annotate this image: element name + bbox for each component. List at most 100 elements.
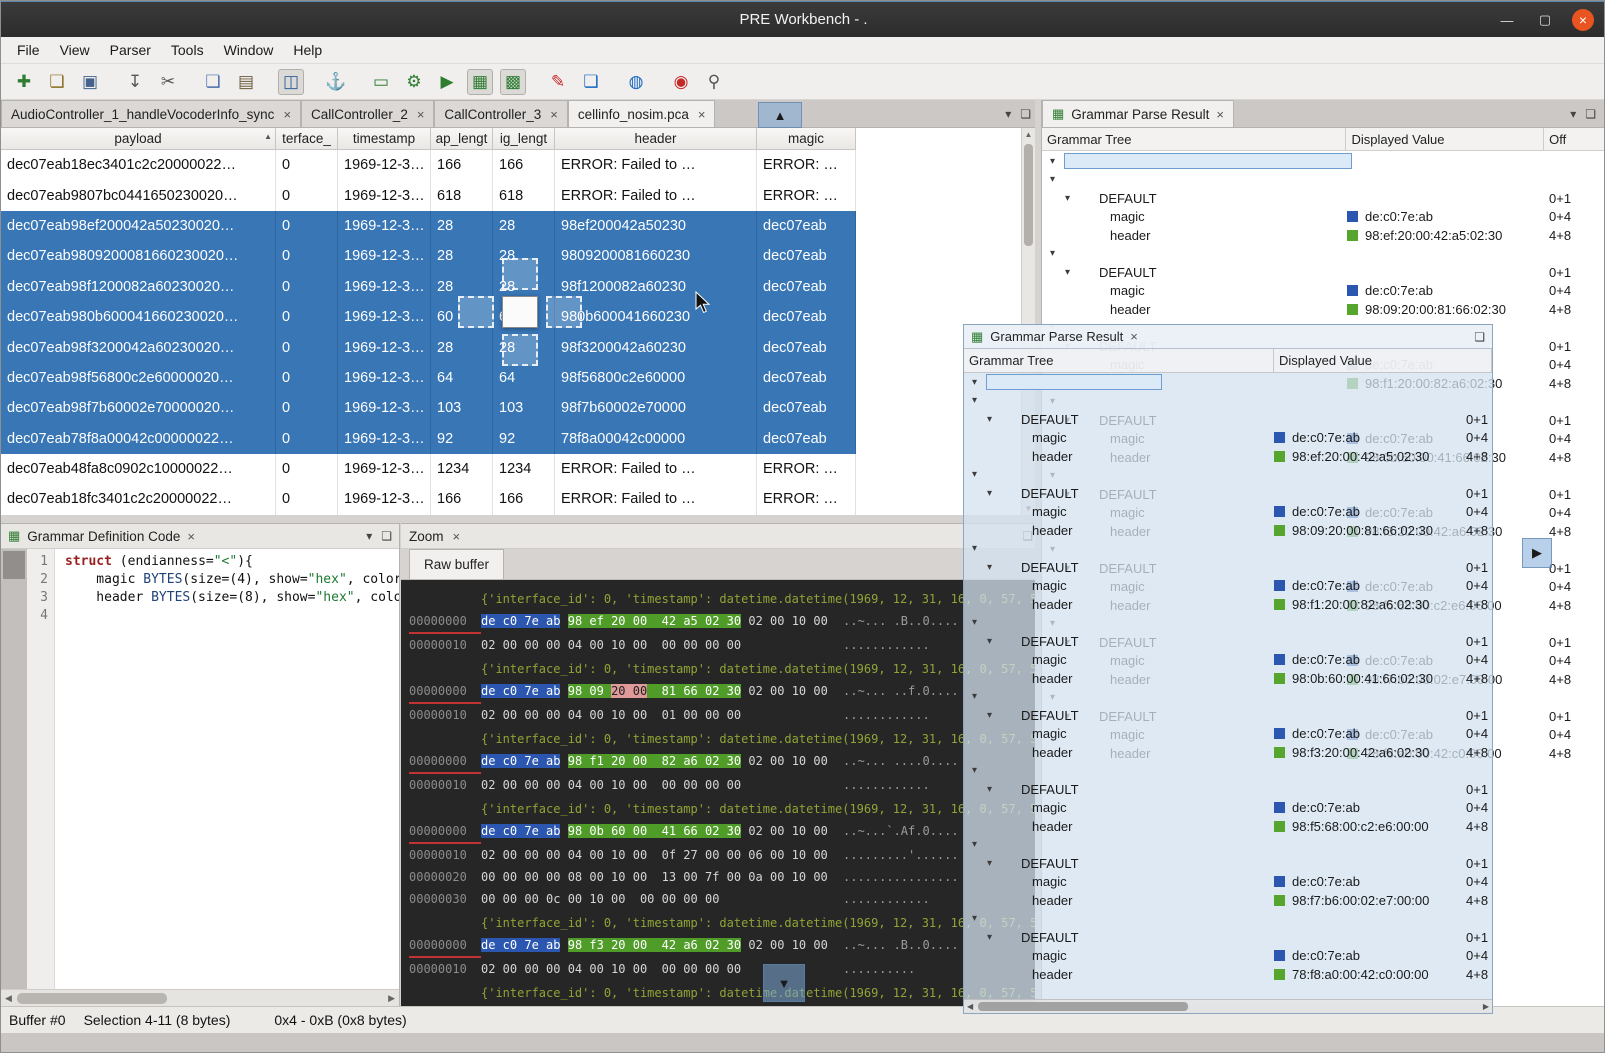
chevron-down-icon[interactable]: ▾ <box>1065 267 1077 278</box>
tree-node-default[interactable]: ▾DEFAULT0+1 <box>964 780 1492 799</box>
hex-line[interactable]: 00000000de c0 7e ab 98 09 20 00 81 66 02… <box>409 680 1041 704</box>
floating-grammar-parse-result-window[interactable]: ▦ Grammar Parse Result × ❏ Grammar Tree … <box>963 324 1493 1014</box>
tree-node-default[interactable]: ▾DEFAULT0+1 <box>1042 189 1605 208</box>
column-header-ap_lengt[interactable]: ap_lengt <box>431 128 493 149</box>
table-row[interactable]: dec07eab98f56800c2e60000020…01969-12-3…6… <box>1 363 856 393</box>
code-horizontal-scrollbar[interactable]: ◀ ▶ <box>1 989 399 1006</box>
menu-view[interactable]: View <box>50 37 100 63</box>
table-row[interactable]: dec07eab98f3200042a60230020…01969-12-3…2… <box>1 332 856 362</box>
hex-line[interactable]: 00000000de c0 7e ab 98 ef 20 00 42 a5 02… <box>409 610 1041 634</box>
tree-field-header[interactable]: header98:f1:20:00:82:a6:02:304+8 <box>964 595 1492 614</box>
tree-node-default[interactable]: ▾DEFAULT0+1 <box>964 558 1492 577</box>
chevron-down-icon[interactable]: ▾ <box>987 784 999 795</box>
splitter-horizontal[interactable] <box>1 515 1041 523</box>
panel-menu-icon[interactable]: ▾ <box>1570 107 1576 121</box>
tree-branch-row[interactable]: ▾ <box>964 762 1492 781</box>
hex-line[interactable]: 0000001002 00 00 00 04 00 10 00 01 00 00… <box>409 704 1041 726</box>
grid-alt-icon[interactable]: ▩ <box>500 69 526 95</box>
scroll-thumb[interactable] <box>17 993 167 1004</box>
chevron-down-icon[interactable]: ▾ <box>987 414 999 425</box>
tree-field-header[interactable]: header98:09:20:00:81:66:02:304+8 <box>1042 300 1605 319</box>
column-header-terface_[interactable]: terface_ <box>276 128 338 149</box>
chevron-down-icon[interactable]: ▾ <box>972 913 984 924</box>
scroll-thumb[interactable] <box>1024 144 1033 246</box>
tree-field-magic[interactable]: magicde:c0:7e:ab0+4 <box>964 799 1492 818</box>
chevron-down-icon[interactable]: ▾ <box>1050 156 1062 167</box>
column-header-magic[interactable]: magic <box>757 128 856 149</box>
tree-node-default[interactable]: ▾DEFAULT0+1 <box>964 706 1492 725</box>
scroll-left-icon[interactable]: ◀ <box>967 1002 973 1011</box>
close-icon[interactable]: × <box>1216 107 1224 122</box>
panel-header[interactable]: ▦ Grammar Definition Code × ▾ ❏ <box>1 524 399 549</box>
hex-line[interactable]: 0000001002 00 00 00 04 00 10 00 00 00 00… <box>409 774 1041 796</box>
save-icon[interactable]: ▣ <box>77 69 103 95</box>
tree-field-magic[interactable]: magicde:c0:7e:ab0+4 <box>964 429 1492 448</box>
chevron-down-icon[interactable]: ▾ <box>972 617 984 628</box>
table-row[interactable]: dec07eab9809200081660230020…01969-12-3…2… <box>1 241 856 271</box>
dock-drop-left[interactable] <box>458 296 494 328</box>
tree-field-magic[interactable]: magicde:c0:7e:ab0+4 <box>964 651 1492 670</box>
tree-branch-row[interactable]: ▾ <box>964 466 1492 485</box>
hex-line[interactable]: 0000003000 00 00 0c 00 10 00 00 00 00 00… <box>409 888 1041 910</box>
new-file-icon[interactable]: ✚ <box>11 69 37 95</box>
chevron-down-icon[interactable]: ▾ <box>987 932 999 943</box>
document-tab-2[interactable]: CallController_2× <box>301 100 434 127</box>
chevron-down-icon[interactable]: ▾ <box>972 839 984 850</box>
chevron-down-icon[interactable]: ▾ <box>1050 174 1062 185</box>
tree-root-row[interactable]: ▾ <box>1042 152 1605 171</box>
tree-node-default[interactable]: ▾DEFAULT0+1 <box>1042 263 1605 282</box>
grammar-parse-result-tab[interactable]: ▦ Grammar Parse Result × <box>1042 100 1234 127</box>
gear-icon[interactable]: ⚙ <box>401 69 427 95</box>
table-row[interactable]: dec07eab9807bc0441650230020…01969-12-3…6… <box>1 180 856 210</box>
close-icon[interactable]: × <box>550 107 558 122</box>
anchor-icon[interactable]: ⚓ <box>323 69 349 95</box>
tree-field-magic[interactable]: magicde:c0:7e:ab0+4 <box>964 725 1492 744</box>
hex-line[interactable]: 00000000de c0 7e ab 98 f3 20 00 42 a6 02… <box>409 934 1041 958</box>
chevron-down-icon[interactable]: ▾ <box>1065 193 1077 204</box>
dock-edge-right-indicator[interactable]: ▶ <box>1522 538 1552 568</box>
chevron-down-icon[interactable]: ▾ <box>987 488 999 499</box>
menu-tools[interactable]: Tools <box>161 37 214 63</box>
tree-root-row[interactable]: ▾ <box>964 373 1492 392</box>
tree-field-magic[interactable]: magicde:c0:7e:ab0+4 <box>964 947 1492 966</box>
close-icon[interactable]: × <box>453 529 461 544</box>
scroll-up-icon[interactable]: ▲ <box>1022 128 1035 141</box>
chevron-down-icon[interactable]: ▾ <box>972 765 984 776</box>
tree-field-magic[interactable]: magicde:c0:7e:ab0+4 <box>1042 282 1605 301</box>
chevron-down-icon[interactable]: ▾ <box>972 377 984 388</box>
globe-icon[interactable]: ◍ <box>623 69 649 95</box>
floating-horizontal-scrollbar[interactable]: ◀ ▶ <box>964 999 1492 1013</box>
tree-field-header[interactable]: header98:09:20:00:81:66:02:304+8 <box>964 521 1492 540</box>
marker-icon[interactable]: ✎ <box>545 69 571 95</box>
export-icon[interactable]: ↧ <box>122 69 148 95</box>
tree-field-header[interactable]: header98:ef:20:00:42:a5:02:304+8 <box>964 447 1492 466</box>
tree-node-default[interactable]: ▾DEFAULT0+1 <box>964 410 1492 429</box>
menu-window[interactable]: Window <box>214 37 284 63</box>
hex-line[interactable]: 00000000de c0 7e ab 98 0b 60 00 41 66 02… <box>409 820 1041 844</box>
table-row[interactable]: dec07eab18ec3401c2c20000022…01969-12-3…1… <box>1 150 856 180</box>
tree-node-default[interactable]: ▾DEFAULT0+1 <box>964 632 1492 651</box>
open-file-icon[interactable]: ❏ <box>44 69 70 95</box>
tab-raw-buffer[interactable]: Raw buffer <box>409 549 504 579</box>
overview-thumb[interactable] <box>3 551 25 579</box>
column-displayed-value[interactable]: Displayed Value <box>1274 349 1492 372</box>
search-icon[interactable]: ⚲ <box>701 69 727 95</box>
hex-line[interactable]: 0000001002 00 00 00 04 00 10 00 0f 27 00… <box>409 844 1041 866</box>
hex-line[interactable]: 0000001002 00 00 00 04 00 10 00 00 00 00… <box>409 634 1041 656</box>
panel-menu-icon[interactable]: ▾ <box>366 529 372 543</box>
float-panel-icon[interactable]: ❏ <box>381 529 392 543</box>
floating-title-bar[interactable]: ▦ Grammar Parse Result × ❏ <box>964 325 1492 349</box>
monitor-icon[interactable]: ▭ <box>368 69 394 95</box>
dock-drop-right[interactable] <box>546 296 582 328</box>
tree-field-magic[interactable]: magicde:c0:7e:ab0+4 <box>964 577 1492 596</box>
chevron-down-icon[interactable]: ▾ <box>987 562 999 573</box>
chevron-down-icon[interactable]: ▾ <box>987 710 999 721</box>
table-row[interactable]: dec07eab48fa8c0902c10000022…01969-12-3…1… <box>1 454 856 484</box>
menu-parser[interactable]: Parser <box>100 37 161 63</box>
tree-branch-row[interactable]: ▾ <box>1042 245 1605 264</box>
close-icon[interactable]: × <box>187 529 195 544</box>
code-overview-strip[interactable] <box>1 549 27 989</box>
dock-drop-top[interactable] <box>502 258 538 290</box>
hex-viewer[interactable]: {'interface_id': 0, 'timestamp': datetim… <box>401 580 1041 1006</box>
document-tab-4[interactable]: cellinfo_nosim.pca× <box>568 100 716 127</box>
